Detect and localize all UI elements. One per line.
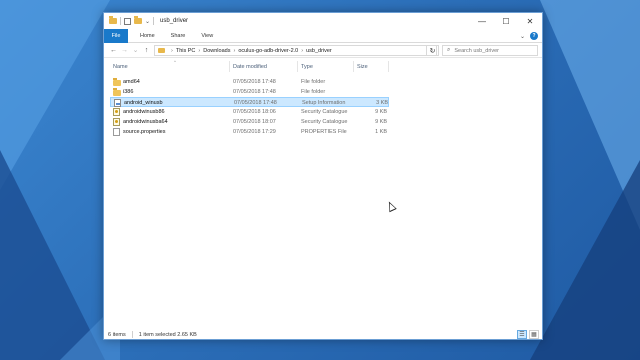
details-view-button[interactable]: ☰ [517, 330, 527, 339]
wallpaper-shard [530, 160, 640, 360]
column-header-type[interactable]: Type [298, 61, 354, 72]
file-size: 1 KB [375, 129, 387, 135]
forward-button[interactable]: → [119, 44, 130, 57]
search-input[interactable]: ⌕ Search usb_driver [442, 45, 538, 56]
quick-access-toolbar: ⌄ [104, 13, 155, 29]
table-row[interactable]: androidwinusba64 07/05/2018 18:07 Securi… [110, 117, 389, 127]
sort-ascending-icon: ^ [174, 59, 176, 64]
toolbar-divider [120, 17, 121, 25]
file-list-pane: Name ^ Date modified Type Size amd64 07/… [104, 58, 542, 328]
file-type: PROPERTIES File [301, 129, 347, 135]
refresh-button[interactable]: ↻ [426, 45, 439, 56]
security-catalog-icon [112, 117, 121, 127]
tab-share[interactable]: Share [163, 29, 194, 43]
folder-icon [109, 16, 117, 24]
file-date: 07/05/2018 17:48 [233, 79, 276, 85]
search-icon: ⌕ [447, 47, 451, 53]
file-size: 9 KB [375, 119, 387, 125]
window-controls: — ☐ ✕ [470, 13, 542, 29]
navigation-bar: ← → ⌄ ↑ › This PC › Downloads › oculus-g… [104, 43, 542, 58]
large-icons-view-button[interactable]: ▦ [529, 330, 539, 339]
folder-icon [158, 48, 165, 53]
ribbon-right-controls: ⌄ ? [520, 29, 538, 43]
file-type: Security Catalogue [301, 109, 348, 115]
ribbon-tabs: File Home Share View ⌄ ? [104, 28, 542, 43]
selection-info: 1 item selected 2.65 KB [138, 331, 197, 338]
file-size [357, 87, 387, 97]
file-size: 9 KB [375, 109, 387, 115]
expand-ribbon-icon[interactable]: ⌄ [520, 33, 525, 40]
file-date: 07/05/2018 17:29 [233, 129, 276, 135]
column-header-size[interactable]: Size [354, 61, 389, 72]
breadcrumb-separator: › [171, 47, 173, 54]
title-bar[interactable]: ⌄ usb_driver — ☐ ✕ [104, 13, 542, 29]
folder-icon [112, 87, 121, 97]
file-rows: amd64 07/05/2018 17:48 File folder i386 … [110, 77, 389, 137]
breadcrumb-separator[interactable]: › [301, 48, 303, 54]
file-type: File folder [301, 79, 326, 85]
file-explorer-window: ⌄ usb_driver — ☐ ✕ File Home Share View … [103, 12, 543, 340]
table-row[interactable]: amd64 07/05/2018 17:48 File folder [110, 77, 389, 87]
tab-home[interactable]: Home [132, 29, 163, 43]
file-type: File folder [301, 89, 326, 95]
back-button[interactable]: ← [108, 44, 119, 57]
new-folder-icon[interactable] [134, 16, 142, 24]
customize-toolbar-icon[interactable]: ⌄ [145, 18, 150, 25]
file-date: 07/05/2018 17:48 [233, 89, 276, 95]
breadcrumb-separator[interactable]: › [198, 48, 200, 54]
file-name: androidwinusba64 [123, 119, 168, 125]
window-title: usb_driver [160, 18, 189, 24]
table-row[interactable]: androidwinusb86 07/05/2018 18:06 Securit… [110, 107, 389, 117]
column-header-name[interactable]: Name ^ [110, 59, 230, 72]
breadcrumb-this-pc[interactable]: This PC [176, 48, 196, 54]
recent-locations-button[interactable]: ⌄ [130, 44, 141, 57]
breadcrumb-downloads[interactable]: Downloads [203, 48, 230, 54]
tab-view[interactable]: View [193, 29, 221, 43]
close-button[interactable]: ✕ [518, 13, 542, 29]
file-date: 07/05/2018 18:07 [233, 119, 276, 125]
status-divider [131, 331, 133, 338]
status-bar: 6 items 1 item selected 2.65 KB ☰ ▦ [104, 329, 542, 340]
column-headers: Name ^ Date modified Type Size [104, 59, 542, 72]
file-size [357, 77, 387, 87]
folder-icon [112, 77, 121, 87]
tab-file[interactable]: File [104, 28, 128, 43]
breadcrumb-oculus-driver[interactable]: oculus-go-adb-driver-2.0 [238, 48, 298, 54]
view-toggle: ☰ ▦ [517, 330, 539, 339]
table-row[interactable]: i386 07/05/2018 17:48 File folder [110, 87, 389, 97]
address-bar[interactable]: › This PC › Downloads › oculus-go-adb-dr… [154, 45, 437, 56]
breadcrumb-separator[interactable]: › [233, 48, 235, 54]
file-date: 07/05/2018 18:06 [233, 109, 276, 115]
item-count: 6 items [108, 331, 126, 338]
help-icon[interactable]: ? [530, 32, 538, 40]
maximize-button[interactable]: ☐ [494, 13, 518, 29]
toolbar-divider [153, 17, 155, 25]
properties-icon[interactable] [124, 17, 131, 25]
table-row-selected[interactable]: android_winusb 07/05/2018 17:48 Setup In… [110, 97, 389, 107]
file-type: Security Catalogue [301, 119, 348, 125]
column-header-date[interactable]: Date modified [230, 61, 298, 72]
search-placeholder: Search usb_driver [454, 47, 500, 54]
column-header-name-label: Name [113, 63, 128, 70]
file-icon [112, 127, 121, 137]
up-button[interactable]: ↑ [141, 44, 152, 57]
minimize-button[interactable]: — [470, 13, 494, 29]
file-name: androidwinusb86 [123, 109, 165, 115]
breadcrumb-usb-driver[interactable]: usb_driver [306, 48, 332, 54]
file-name: source.properties [123, 129, 166, 135]
file-name: amd64 [123, 79, 140, 85]
table-row[interactable]: source.properties 07/05/2018 17:29 PROPE… [110, 127, 389, 137]
security-catalog-icon [112, 107, 121, 117]
file-name: i386 [123, 89, 134, 95]
